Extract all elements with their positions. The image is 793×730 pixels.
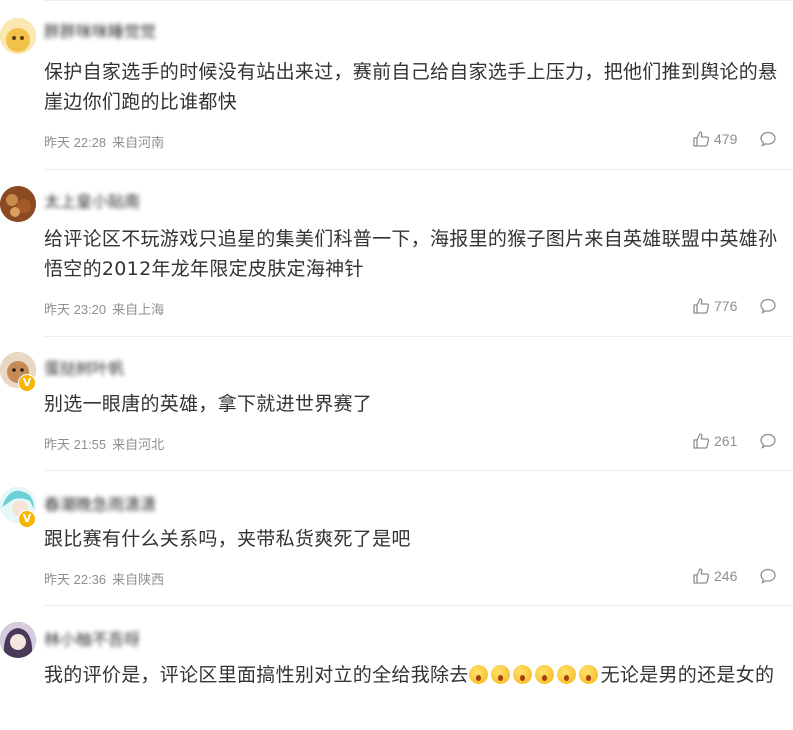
comment-divider <box>44 169 793 170</box>
like-count: 776 <box>714 298 738 314</box>
thumbs-up-icon <box>693 568 710 584</box>
comment-text: 保护自家选手的时候没有站出来过，赛前自己给自家选手上压力，把他们推到舆论的悬崖边… <box>44 61 778 113</box>
top-divider <box>44 0 793 1</box>
comment-text: 别选一眼唐的英雄，拿下就进世界赛了 <box>44 393 373 415</box>
reply-button[interactable] <box>759 432 777 454</box>
comment-time: 昨天 22:36 <box>44 572 107 587</box>
verified-badge-icon: V <box>18 374 36 392</box>
reply-button[interactable] <box>759 567 777 589</box>
shocked-emoji-icon <box>578 665 598 684</box>
comment-time: 昨天 22:28 <box>44 135 107 150</box>
comment-bubble-icon <box>760 433 776 449</box>
comment-text-main: 我的评价是，评论区里面搞性别对立的全给我除去 <box>44 664 469 686</box>
thumbs-up-icon <box>693 131 710 147</box>
comment-text-tail: 无论是男的还是女的 <box>600 664 775 686</box>
comment-meta: 昨天 23:20 来自上海 <box>44 299 164 318</box>
like-button[interactable]: 479 <box>692 130 737 148</box>
comment-time: 昨天 23:20 <box>44 302 107 317</box>
reply-button[interactable] <box>759 130 777 152</box>
like-button[interactable]: 246 <box>692 567 737 585</box>
comment-bubble-icon <box>760 568 776 584</box>
comment-location: 来自陕西 <box>112 572 165 587</box>
username[interactable]: 蛋挞树叶帆 <box>44 355 124 379</box>
comment-time: 昨天 21:55 <box>44 437 107 452</box>
thumbs-up-icon <box>693 298 710 314</box>
comment-meta: 昨天 22:36 来自陕西 <box>44 569 164 588</box>
username[interactable]: 林小柚不吾呀 <box>44 626 140 650</box>
comment-divider <box>44 470 793 471</box>
thumbs-up-icon <box>693 433 710 449</box>
comment-bubble-icon <box>760 131 776 147</box>
verified-badge-icon: V <box>18 510 36 528</box>
shocked-emoji-icon <box>556 665 576 684</box>
comment-location: 来自河北 <box>112 437 165 452</box>
shocked-emoji-icon <box>534 665 554 684</box>
comment-location: 来自河南 <box>112 135 165 150</box>
comment-location: 来自上海 <box>112 302 165 317</box>
like-count: 261 <box>714 433 738 449</box>
comment-text: 跟比赛有什么关系吗，夹带私货爽死了是吧 <box>44 528 411 550</box>
avatar-image-icon <box>0 186 36 222</box>
avatar[interactable] <box>0 622 36 658</box>
avatar[interactable] <box>0 186 36 222</box>
like-button[interactable]: 261 <box>692 432 737 450</box>
shocked-emoji-icon <box>468 665 488 684</box>
shocked-emoji-icon <box>512 665 532 684</box>
comment-divider <box>44 336 793 337</box>
avatar-image-icon <box>0 18 36 54</box>
like-count: 479 <box>714 131 738 147</box>
comment-meta: 昨天 22:28 来自河南 <box>44 132 164 151</box>
reply-button[interactable] <box>759 297 777 319</box>
comment-divider <box>44 605 793 606</box>
username[interactable]: 春潮晚急雨潇潇 <box>44 491 156 515</box>
avatar[interactable] <box>0 18 36 54</box>
username[interactable]: 太上皇小贴南 <box>44 188 140 212</box>
username[interactable]: 胖胖咪咪睡觉觉 <box>44 18 156 42</box>
like-count: 246 <box>714 568 738 584</box>
like-button[interactable]: 776 <box>692 297 737 315</box>
emoji-group <box>468 663 601 693</box>
comment-text: 给评论区不玩游戏只追星的集美们科普一下，海报里的猴子图片来自英雄联盟中英雄孙悟空… <box>44 228 778 280</box>
comment-meta: 昨天 21:55 来自河北 <box>44 434 164 453</box>
comment-text: 我的评价是，评论区里面搞性别对立的全给我除去 无论是男的还是女的 <box>44 660 784 693</box>
avatar-image-icon <box>0 622 36 658</box>
comment-bubble-icon <box>760 298 776 314</box>
shocked-emoji-icon <box>490 665 510 684</box>
